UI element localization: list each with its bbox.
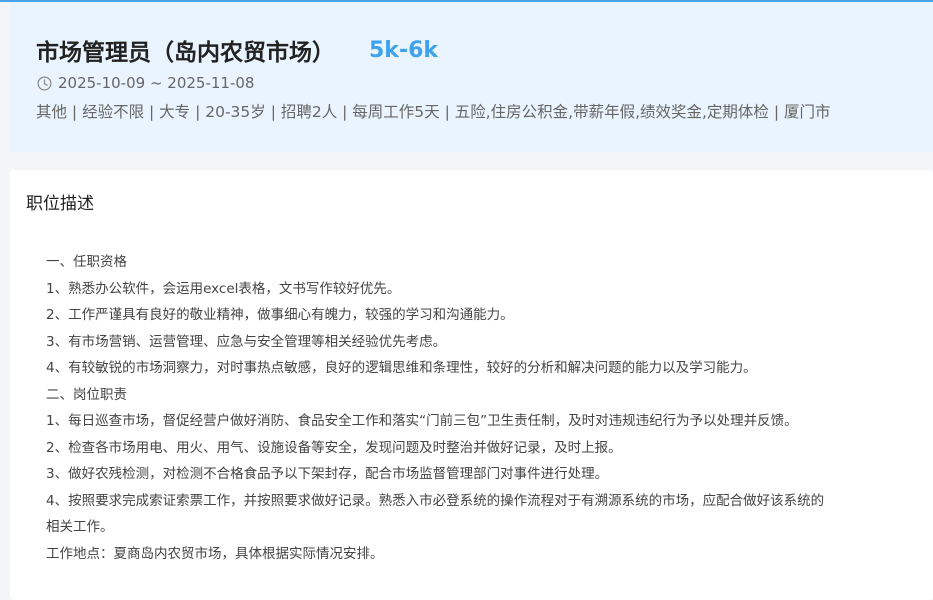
- description-line: 相关工作。: [46, 519, 114, 535]
- date-range: 2025-10-09 ~ 2025-11-08: [58, 74, 255, 92]
- description-line: 3、做好农残检测，对检测不合格食品予以下架封存，配合市场监督管理部门对事件进行处…: [46, 466, 609, 482]
- description-line: 二、岗位职责: [46, 386, 127, 403]
- description-line: 2、工作严谨具有良好的敬业精神，做事细心有魄力，较强的学习和沟通能力。: [46, 307, 514, 323]
- clock-icon: [37, 76, 52, 91]
- salary: 5k-6k: [369, 37, 439, 63]
- section-title: 职位描述: [26, 194, 94, 214]
- description-line: 1、熟悉办公软件，会运用excel表格，文书写作较好优先。: [46, 280, 401, 297]
- title-row: 市场管理员（岛内农贸市场） 5k-6k: [36, 32, 438, 68]
- description-card: 职位描述 一、任职资格 1、熟悉办公软件，会运用excel表格，文书写作较好优先…: [10, 170, 933, 600]
- job-header: 市场管理员（岛内农贸市场） 5k-6k 2025-10-09 ~ 2025-11…: [10, 2, 933, 152]
- description-line: 工作地点：夏商岛内农贸市场，具体根据实际情况安排。: [46, 545, 384, 562]
- description-line: 一、任职资格: [46, 254, 127, 270]
- description-line: 4、按照要求完成索证索票工作，并按照要求做好记录。熟悉入市必登系统的操作流程对于…: [46, 492, 825, 509]
- description-line: 3、有市场营销、运营管理、应急与安全管理等相关经验优先考虑。: [46, 333, 447, 350]
- description-line: 2、检查各市场用电、用火、用气、设施设备等安全，发现问题及时整治并做好记录，及时…: [46, 439, 622, 456]
- description-line: 1、每日巡查市场，督促经营户做好消防、食品安全工作和落实“门前三包”卫生责任制，…: [46, 413, 798, 429]
- job-tags: 其他 | 经验不限 | 大专 | 20-35岁 | 招聘2人 | 每周工作5天 …: [36, 103, 831, 121]
- description-line: 4、有较敏锐的市场洞察力，对时事热点敏感，良好的逻辑思维和条理性，较好的分析和解…: [46, 360, 757, 376]
- job-title: 市场管理员（岛内农贸市场）: [36, 40, 335, 66]
- date-row: 2025-10-09 ~ 2025-11-08: [37, 74, 254, 92]
- job-description: 一、任职资格 1、熟悉办公软件，会运用excel表格，文书写作较好优先。 2、工…: [46, 249, 906, 567]
